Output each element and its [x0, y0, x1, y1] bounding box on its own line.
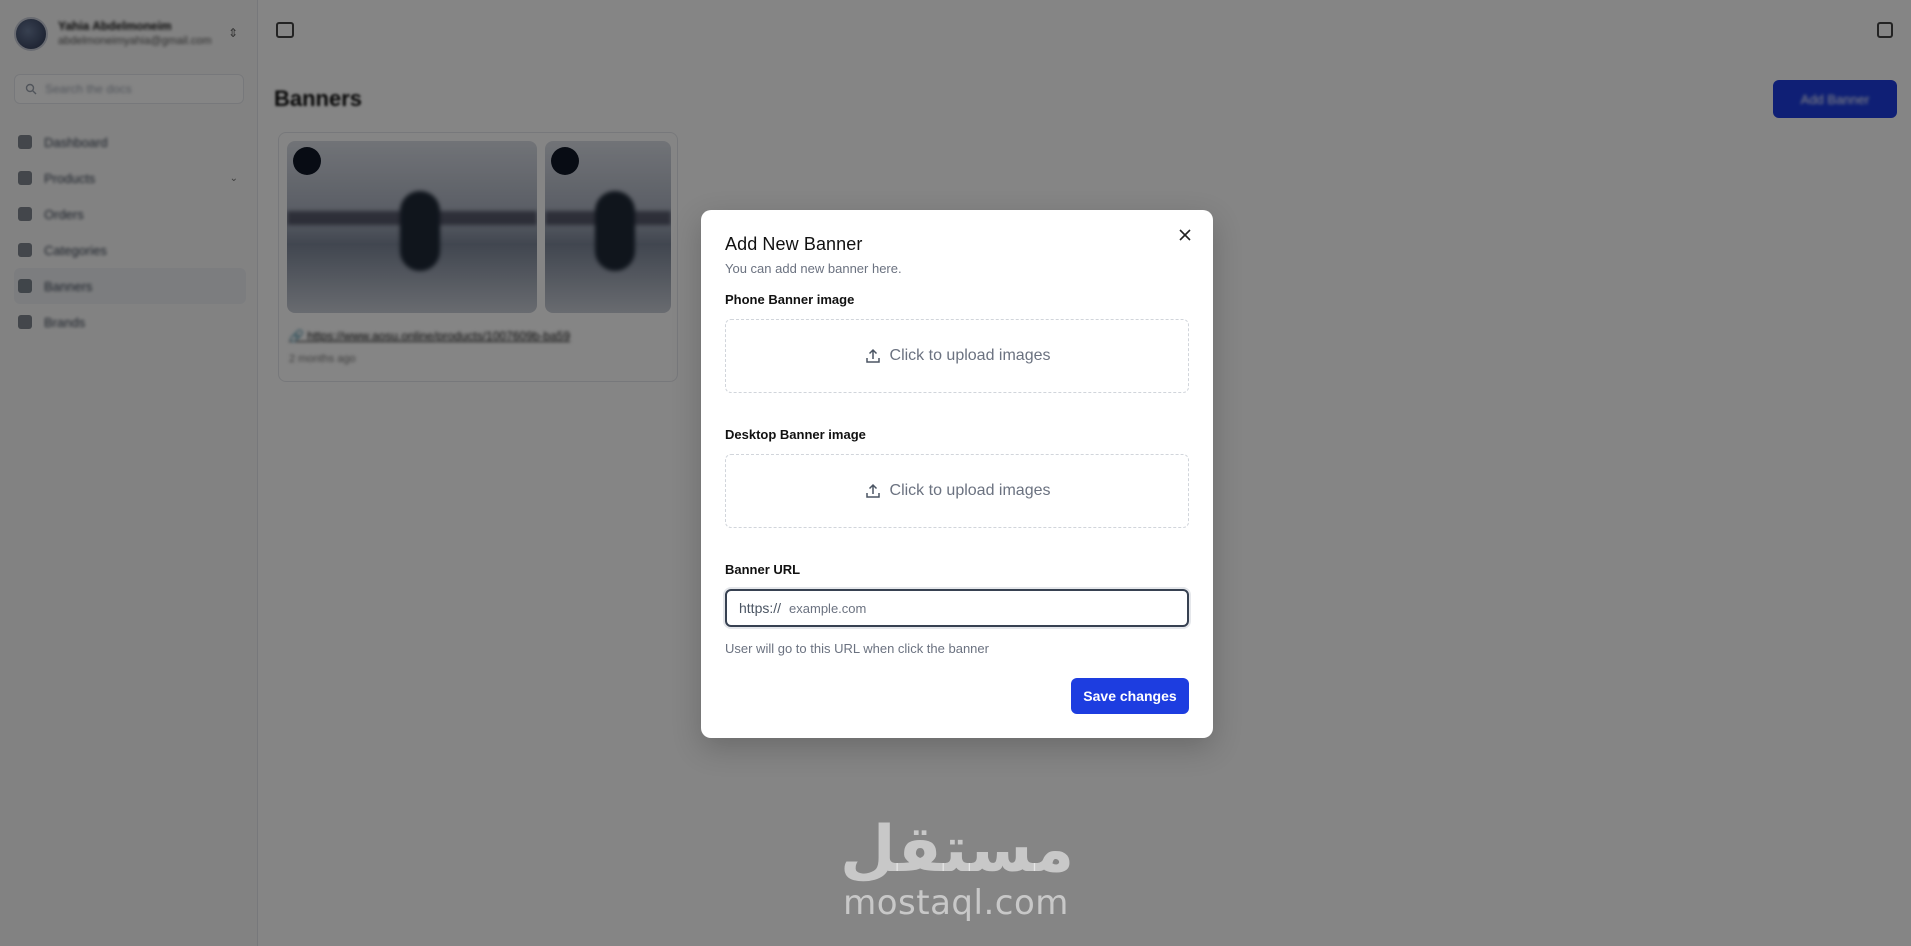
watermark-latin: mostaql.com [843, 883, 1069, 923]
upload-icon [865, 348, 880, 363]
phone-banner-label: Phone Banner image [725, 292, 855, 307]
close-icon[interactable] [1175, 226, 1195, 246]
watermark-arabic: مستقل [840, 813, 1075, 887]
banner-url-label: Banner URL [725, 562, 801, 577]
phone-upload-text: Click to upload images [889, 347, 1051, 364]
desktop-upload-text: Click to upload images [889, 482, 1051, 499]
url-prefix: https:// [739, 600, 782, 616]
banner-url-input[interactable] [789, 600, 1187, 616]
save-changes-button[interactable]: Save changes [1071, 678, 1189, 714]
desktop-banner-upload[interactable]: Click to upload images [725, 454, 1189, 528]
banner-url-hint: User will go to this URL when click the … [725, 641, 989, 656]
dialog-title: Add New Banner [725, 234, 863, 254]
desktop-banner-label: Desktop Banner image [725, 427, 866, 442]
mostaql-watermark: مستقل mostaql.com [840, 813, 1075, 923]
phone-banner-upload[interactable]: Click to upload images [725, 319, 1189, 393]
add-banner-dialog: Add New Banner You can add new banner he… [701, 210, 1213, 738]
upload-icon [865, 483, 880, 498]
banner-url-field: https:// [725, 589, 1189, 627]
dialog-description: You can add new banner here. [725, 261, 902, 276]
